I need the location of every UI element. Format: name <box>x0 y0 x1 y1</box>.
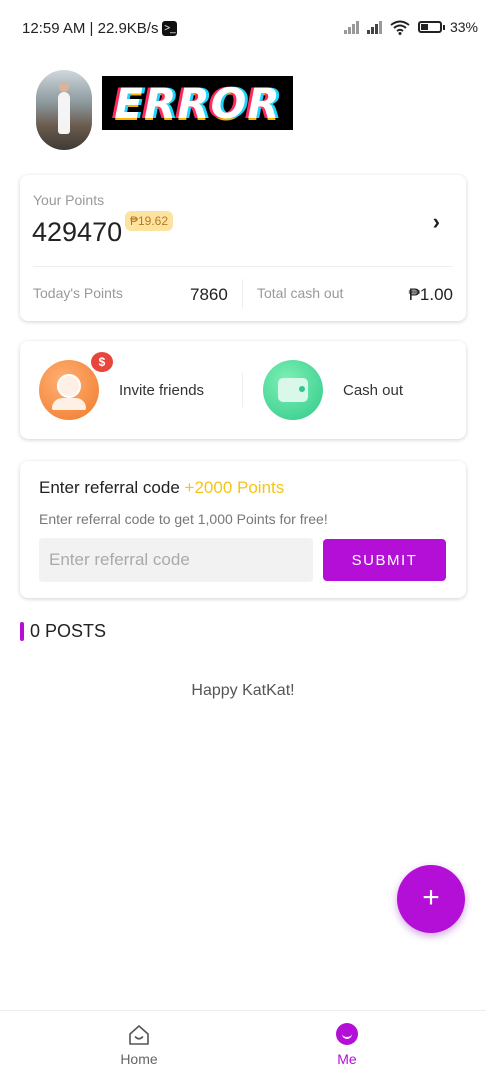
username-banner: ERROR <box>102 76 293 130</box>
status-bar: 12:59 AM | 22.9KB/s >_ 33% <box>0 0 486 58</box>
empty-posts-message: Happy KatKat! <box>191 682 295 699</box>
todays-points-value: 7860 <box>190 285 228 304</box>
referral-title-text: Enter referral code <box>39 478 180 497</box>
avatar-figure <box>58 92 70 134</box>
battery-percent: 33% <box>449 19 478 35</box>
me-icon <box>335 1023 359 1047</box>
peso-value-badge: ₱19.62 <box>125 211 174 231</box>
invite-friends-button[interactable]: $ Invite friends <box>39 350 205 420</box>
battery-icon <box>417 21 445 33</box>
home-icon <box>127 1023 151 1047</box>
referral-subtitle: Enter referral code to get 1,000 Points … <box>39 511 328 527</box>
divider <box>33 266 453 267</box>
todays-points-label: Today's Points <box>33 285 123 301</box>
cash-out-label: Cash out <box>343 381 404 399</box>
avatar[interactable] <box>36 70 92 150</box>
actions-card: $ Invite friends Cash out <box>20 341 466 439</box>
wallet-icon <box>263 360 323 420</box>
total-cash-out-label: Total cash out <box>257 285 344 301</box>
referral-title: Enter referral code +2000 Points <box>39 478 284 498</box>
cash-out-button[interactable]: Cash out <box>263 360 403 420</box>
points-value: 429470 <box>32 217 123 247</box>
wifi-icon <box>390 20 410 35</box>
invite-shoulders <box>52 398 86 410</box>
nav-me-label: Me <box>337 1051 357 1067</box>
submit-button[interactable]: SUBMIT <box>323 539 446 581</box>
status-time: 12:59 AM | 22.9KB/s <box>22 20 159 37</box>
posts-accent-bar <box>20 622 24 641</box>
add-post-button[interactable]: + <box>397 865 465 933</box>
nav-home-label: Home <box>120 1051 158 1067</box>
invite-icon: $ <box>39 350 115 420</box>
your-points-label: Your Points <box>33 192 105 208</box>
signal-icon <box>366 20 382 34</box>
nav-me[interactable]: Me <box>297 1023 397 1067</box>
bottom-nav: Home Me <box>0 1010 486 1081</box>
username: ERROR <box>114 78 281 128</box>
plus-icon: + <box>422 881 440 914</box>
signal-icon <box>343 20 359 34</box>
status-right: 33% <box>343 19 478 35</box>
divider <box>242 373 243 407</box>
status-left: 12:59 AM | 22.9KB/s >_ <box>22 20 178 37</box>
divider <box>242 279 243 309</box>
posts-heading: 0 POSTS <box>20 621 106 642</box>
posts-count: 0 POSTS <box>30 621 107 641</box>
referral-code-input[interactable] <box>39 538 313 582</box>
nav-home[interactable]: Home <box>89 1023 189 1067</box>
avatar-head <box>59 82 69 92</box>
chevron-right-icon[interactable]: › <box>433 209 440 235</box>
referral-card: Enter referral code +2000 Points Enter r… <box>20 461 466 598</box>
referral-bonus: +2000 Points <box>184 478 285 497</box>
dollar-badge-icon: $ <box>89 350 115 374</box>
total-cash-out-value: ₱1.00 <box>408 285 453 304</box>
invite-face <box>57 374 81 398</box>
points-card[interactable]: Your Points 429470 ₱19.62 › Today's Poin… <box>20 175 466 321</box>
terminal-icon: >_ <box>162 21 178 36</box>
wallet-shape <box>278 378 308 402</box>
invite-friends-label: Invite friends <box>119 381 205 399</box>
